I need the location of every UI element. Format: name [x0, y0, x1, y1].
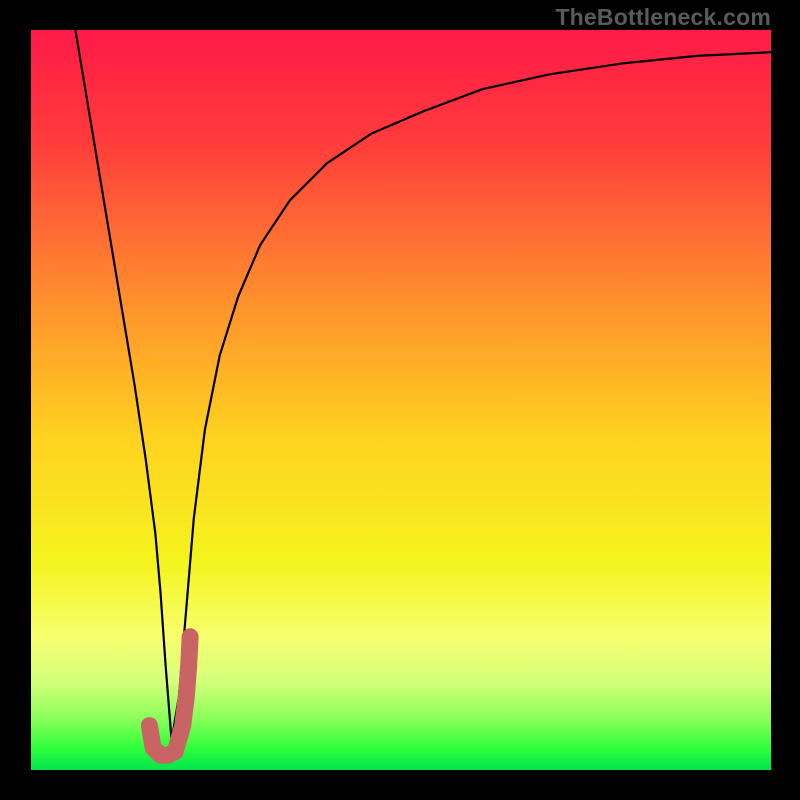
watermark-text: TheBottleneck.com — [555, 4, 771, 31]
chart-frame: TheBottleneck.com — [0, 0, 800, 800]
bottleneck-chart — [31, 30, 771, 770]
gradient-background — [31, 30, 771, 770]
